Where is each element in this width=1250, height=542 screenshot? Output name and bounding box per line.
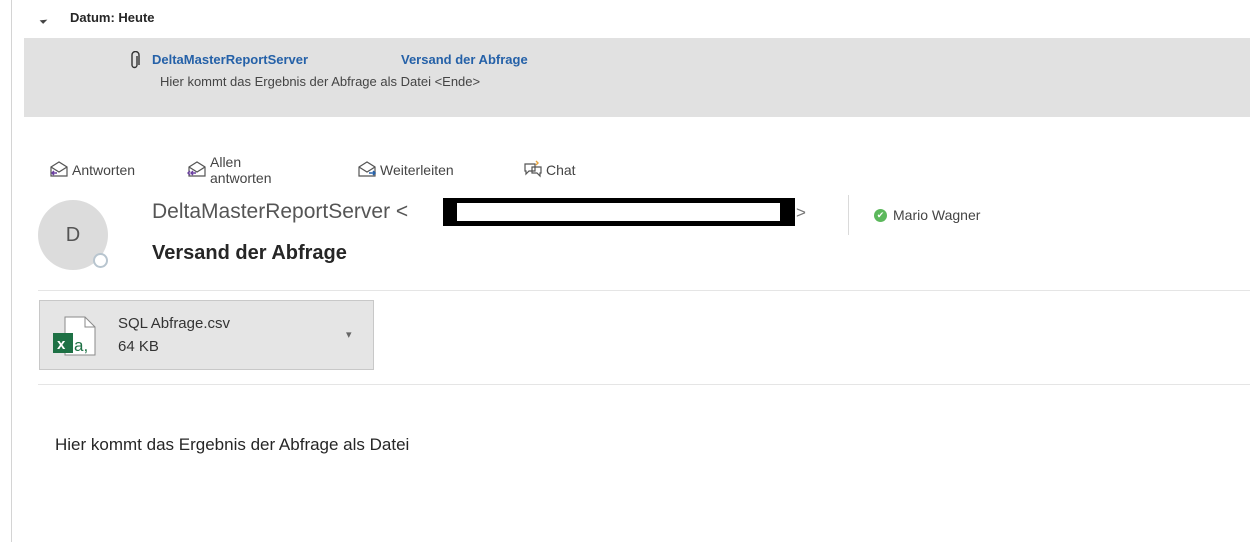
reply-all-label: Allen antworten <box>210 154 272 186</box>
date-group-label: Datum: Heute <box>70 10 155 25</box>
sender-address-close: > <box>796 203 806 222</box>
mail-list-item[interactable]: DeltaMasterReportServer Versand der Abfr… <box>24 38 1250 117</box>
sender-name[interactable]: DeltaMasterReportServer < <box>152 200 408 224</box>
sender-avatar[interactable]: D <box>38 200 120 272</box>
mail-item-subject: Versand der Abfrage <box>401 52 528 67</box>
recipient[interactable]: ✔ Mario Wagner <box>874 207 980 223</box>
chat-label: Chat <box>546 162 576 178</box>
reply-icon <box>48 160 72 181</box>
attachment-filename: SQL Abfrage.csv <box>118 315 231 332</box>
message-subject: Versand der Abfrage <box>152 242 347 264</box>
attachment-size: 64 KB <box>118 338 159 355</box>
reply-button[interactable]: Antworten <box>48 158 135 182</box>
forward-icon <box>356 160 380 181</box>
attachment-card[interactable]: x a, SQL Abfrage.csv 64 KB ▾ <box>39 300 374 370</box>
forward-label: Weiterleiten <box>380 162 454 178</box>
attachment-dropdown-icon[interactable]: ▾ <box>346 328 352 341</box>
svg-text:x: x <box>57 336 66 353</box>
message-body: Hier kommt das Ergebnis der Abfrage als … <box>55 435 410 454</box>
paperclip-icon <box>128 50 142 76</box>
chat-icon <box>522 160 546 181</box>
header-separator <box>38 290 1250 291</box>
forward-button[interactable]: Weiterleiten <box>356 158 454 182</box>
attachment-separator <box>38 384 1250 385</box>
recipient-name: Mario Wagner <box>893 207 981 223</box>
mail-item-sender: DeltaMasterReportServer <box>152 52 309 67</box>
excel-csv-icon: x a, <box>49 309 101 366</box>
mail-item-preview: Hier kommt das Ergebnis der Abfrage als … <box>160 74 481 89</box>
presence-unknown-icon <box>93 253 108 268</box>
header-divider <box>848 195 849 235</box>
pane-border <box>11 0 12 542</box>
presence-available-icon: ✔ <box>874 208 887 222</box>
svg-text:a,: a, <box>74 336 88 355</box>
reply-label: Antworten <box>72 162 136 178</box>
chat-button[interactable]: Chat <box>522 158 576 182</box>
redacted-email-inner <box>457 203 780 221</box>
date-group-header[interactable]: Datum: Heute <box>24 0 1250 38</box>
reply-all-button[interactable]: Allen antworten <box>186 154 271 186</box>
collapse-triangle-icon[interactable] <box>39 16 48 24</box>
reply-all-icon <box>186 160 210 181</box>
